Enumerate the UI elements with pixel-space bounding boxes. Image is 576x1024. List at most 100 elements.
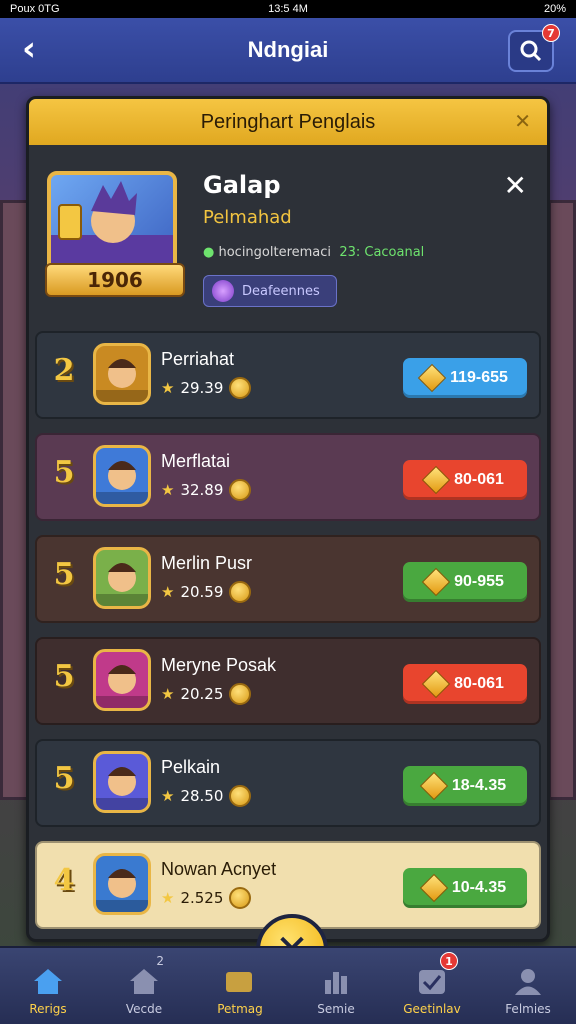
edit-icon	[226, 972, 252, 992]
nav-item-semie[interactable]: Semie	[288, 948, 384, 1024]
leaderboard-row[interactable]: 5 Merflatai ★ 32.89 80-061	[35, 433, 541, 521]
coin-icon	[229, 377, 252, 399]
player-score: ★ 20.25	[161, 683, 252, 705]
player-avatar	[93, 445, 151, 507]
player-avatar	[93, 751, 151, 813]
nav-label-felmies: Felmies	[505, 1002, 551, 1016]
leaderboard-row[interactable]: 5 Pelkain ★ 28.50 18-4.35	[35, 739, 541, 827]
player-score: ★ 29.39	[161, 377, 252, 399]
star-icon: ★	[161, 787, 175, 805]
gem-icon	[421, 567, 451, 597]
rank-badge: 5	[53, 455, 75, 490]
reward-value: 80-061	[454, 471, 504, 488]
nav-item-felmies[interactable]: Felmies	[480, 948, 576, 1024]
nav-item-geetinlav[interactable]: 1 Geetinlav	[384, 948, 480, 1024]
score-value: 2.525	[180, 889, 224, 907]
gem-icon	[421, 465, 451, 495]
coin-icon	[229, 887, 252, 909]
search-icon	[520, 40, 542, 62]
gem-icon	[419, 771, 449, 801]
nav-label-vecde: Vecde	[125, 1002, 163, 1016]
leaderboard-row[interactable]: 2 Perriahat ★ 29.39 119-655	[35, 331, 541, 419]
background-building-right	[548, 200, 576, 800]
profile-name: Galap	[203, 171, 281, 199]
player-name: Perriahat	[161, 349, 235, 369]
reward-button[interactable]: 18-4.35	[403, 766, 527, 806]
level-ribbon: 1906	[45, 263, 185, 297]
clock: 13:5 4M	[268, 3, 308, 15]
house-icon	[130, 969, 158, 994]
gem-icon	[212, 280, 234, 302]
reward-button[interactable]: 90-955	[403, 562, 527, 602]
rank-badge: 4	[53, 863, 75, 898]
rank-badge: 5	[53, 557, 75, 592]
reward-button[interactable]: 10-4.35	[403, 868, 527, 908]
reward-value: 80-061	[454, 675, 504, 692]
profile-subtitle: Pelmahad	[203, 207, 292, 228]
online-icon: ●	[203, 245, 215, 260]
reward-value: 90-955	[454, 573, 504, 590]
rank-badge: 5	[53, 659, 75, 694]
player-avatar-art	[96, 767, 148, 810]
gem-icon	[417, 363, 447, 393]
score-value: 20.59	[180, 583, 224, 601]
geetinlav-badge: 1	[440, 952, 458, 970]
player-avatar-art	[96, 359, 148, 402]
profile-icon	[515, 969, 541, 995]
reward-value: 18-4.35	[451, 777, 507, 794]
player-name: Pelkain	[161, 757, 221, 777]
nav-label-rerigs: Rerigs	[29, 1002, 67, 1016]
status-bar: Poux 0TG 13:5 4M 20%	[0, 0, 576, 18]
player-avatar-art	[96, 869, 148, 912]
nav-label-petmag: Petmag	[217, 1002, 263, 1016]
chart-icon	[325, 972, 347, 994]
player-score: ★ 2.525	[161, 887, 252, 909]
player-name: Nowan Acnyet	[161, 859, 277, 879]
score-value: 20.25	[180, 685, 224, 703]
player-name: Merlin Pusr	[161, 553, 253, 573]
gem-icon	[419, 873, 449, 903]
reward-value: 119-655	[450, 369, 508, 386]
back-button[interactable]: ‹	[22, 32, 36, 66]
profile-stats: ● hocingolteremaci 23: Cacoanal	[203, 245, 424, 260]
vecde-badge: 2	[156, 954, 164, 968]
profile-stats-right: 23: Cacoanal	[339, 245, 425, 260]
rank-badge: 5	[53, 761, 75, 796]
player-avatar	[93, 547, 151, 609]
rank-badge: 2	[53, 353, 75, 388]
nav-item-rerigs[interactable]: Rerigs	[0, 948, 96, 1024]
nav-item-vecde[interactable]: 2 Vecde	[96, 948, 192, 1024]
bottom-nav: Rerigs 2 Vecde Petmag Semie 1 Geetinlav …	[0, 946, 576, 1024]
reward-button[interactable]: 80-061	[403, 664, 527, 704]
reward-button[interactable]: 80-061	[403, 460, 527, 500]
profile-card: 1906 Galap Pelmahad ● hocingolteremaci 2…	[29, 151, 547, 321]
reward-button[interactable]: 119-655	[403, 358, 527, 398]
star-icon: ★	[161, 481, 175, 499]
star-icon: ★	[161, 583, 175, 601]
coin-icon	[229, 479, 252, 501]
panel-close-button[interactable]: ✕	[514, 109, 531, 133]
player-avatar-art	[96, 665, 148, 708]
reward-value: 10-4.35	[451, 879, 507, 896]
star-icon: ★	[161, 379, 175, 397]
leaderboard-row[interactable]: 5 Meryne Posak ★ 20.25 80-061	[35, 637, 541, 725]
player-avatar-art	[96, 563, 148, 606]
panel-header: Peringhart Penglais ✕	[29, 99, 547, 145]
search-button[interactable]: 7	[508, 24, 560, 72]
nav-item-petmag[interactable]: Petmag	[192, 948, 288, 1024]
coin-icon	[229, 581, 252, 603]
player-name: Meryne Posak	[161, 655, 277, 675]
player-avatar	[93, 649, 151, 711]
leaderboard-row[interactable]: 5 Merlin Pusr ★ 20.59 90-955	[35, 535, 541, 623]
coin-icon	[229, 785, 252, 807]
nav-label-semie: Semie	[317, 1002, 355, 1016]
nav-label-geetinlav: Geetinlav	[403, 1002, 461, 1016]
score-value: 28.50	[180, 787, 224, 805]
profile-action-button[interactable]: Deafeennes	[203, 275, 337, 307]
top-bar: ‹ Ndngiai 7	[0, 18, 576, 84]
score-value: 32.89	[180, 481, 224, 499]
player-avatar-art	[96, 461, 148, 504]
leaderboard-panel: Peringhart Penglais ✕ 1906 Galap Pelmaha…	[26, 96, 550, 942]
player-score: ★ 32.89	[161, 479, 252, 501]
profile-close-button[interactable]: ✕	[504, 169, 527, 202]
